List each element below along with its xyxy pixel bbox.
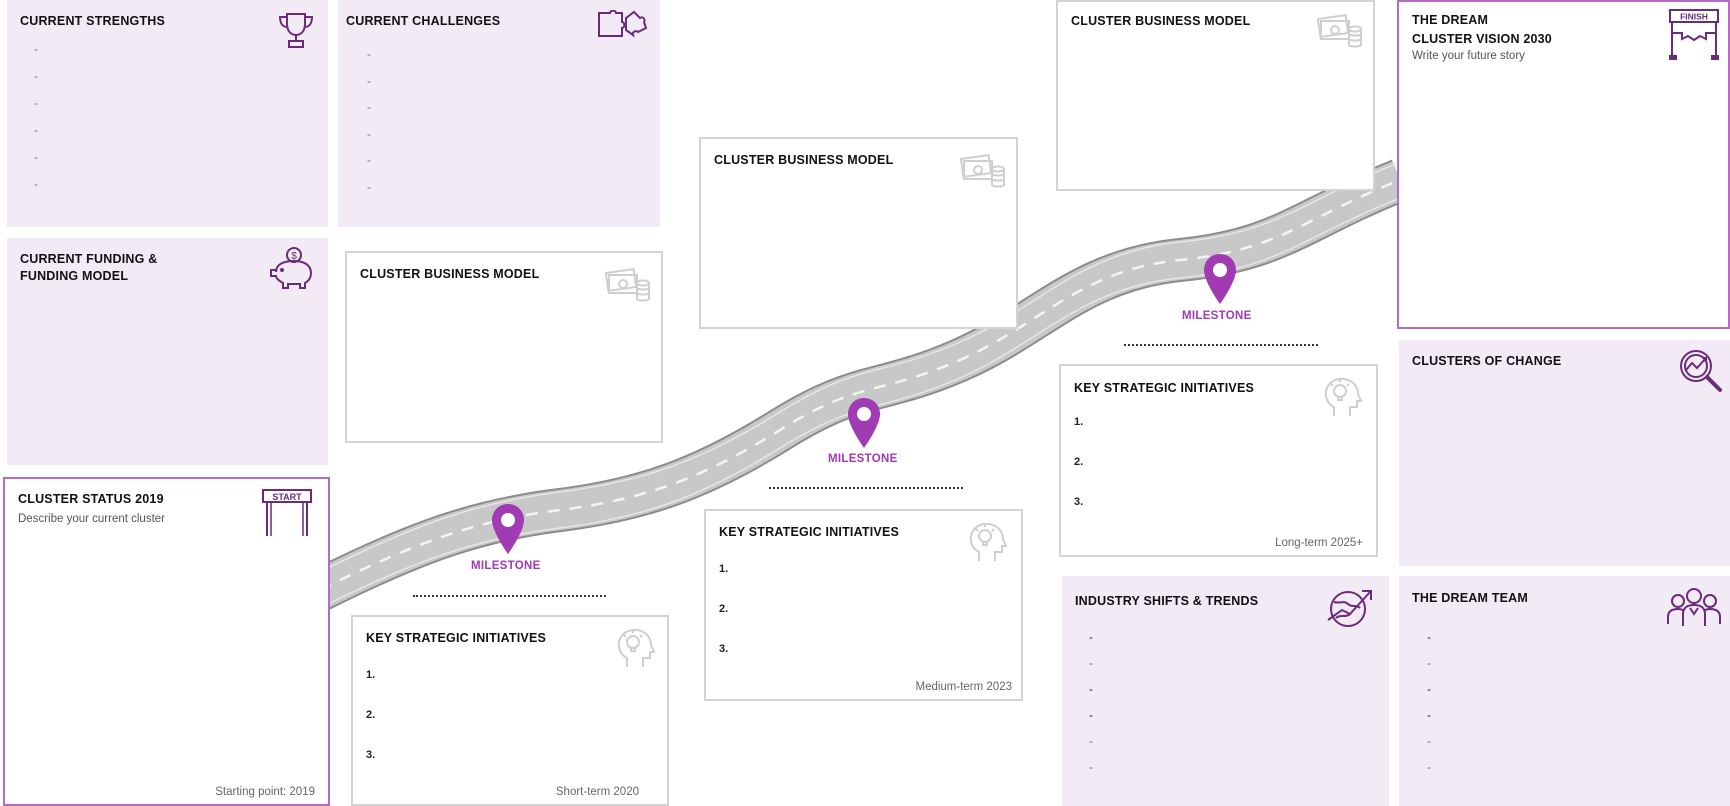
dream-vision-panel: THE DREAM CLUSTER VISION 2030 Write your… [1397, 0, 1730, 329]
list-item[interactable]: - [34, 69, 38, 96]
trophy-icon [278, 13, 314, 48]
panel-title: KEY STRATEGIC INITIATIVES [366, 631, 547, 645]
industry-bullet-list: - - - - - - [1089, 630, 1093, 786]
team-bullet-list: - - - - - - [1427, 630, 1431, 786]
list-item[interactable]: 2. [719, 603, 728, 643]
dream-team-panel: THE DREAM TEAM - - - - - - [1399, 576, 1730, 806]
list-item[interactable]: - [1089, 630, 1093, 656]
milestone-label-3: MILESTONE [1182, 310, 1252, 322]
list-item[interactable]: - [34, 42, 38, 69]
key-initiatives-short-panel: KEY STRATEGIC INITIATIVES 1. 2. 3. Short… [351, 615, 669, 806]
cluster-status-panel: CLUSTER STATUS 2019 Describe your curren… [3, 477, 330, 806]
panel-subtitle: Write your future story [1412, 50, 1525, 62]
start-sign-label: START [272, 492, 302, 502]
list-item[interactable]: - [1089, 682, 1093, 708]
business-model-medium-panel: CLUSTER BUSINESS MODEL [699, 137, 1018, 329]
industry-shifts-panel: INDUSTRY SHIFTS & TRENDS - - - - - - [1062, 576, 1389, 806]
globe-trend-icon [1327, 590, 1372, 627]
list-item[interactable]: - [34, 177, 38, 204]
list-item[interactable]: 3. [366, 749, 375, 789]
list-item[interactable]: - [1427, 656, 1431, 682]
list-item[interactable]: - [1089, 656, 1093, 682]
list-item[interactable]: 3. [1074, 496, 1083, 536]
list-item[interactable]: 2. [366, 709, 375, 749]
panel-footer: Short-term 2020 [555, 786, 639, 798]
panel-footer: Medium-term 2023 [915, 681, 1012, 693]
panel-title: CLUSTER BUSINESS MODEL [360, 267, 540, 281]
panel-title: CLUSTER STATUS 2019 [18, 492, 164, 506]
initiatives-list: 1. 2. 3. [366, 669, 375, 789]
key-initiatives-long-panel: KEY STRATEGIC INITIATIVES 1. 2. 3. Long-… [1059, 364, 1378, 557]
list-item[interactable]: - [1427, 682, 1431, 708]
list-item[interactable]: - [1089, 734, 1093, 760]
panel-title: CURRENT STRENGTHS [20, 14, 166, 28]
key-initiatives-medium-panel: KEY STRATEGIC INITIATIVES 1. 2. 3. Mediu… [704, 509, 1023, 701]
money-icon [1317, 14, 1362, 48]
panel-title: THE DREAM TEAM [1412, 591, 1528, 605]
finish-sign-icon: FINISH [1669, 9, 1719, 60]
business-model-short-panel: CLUSTER BUSINESS MODEL [345, 251, 663, 443]
list-item[interactable]: - [1427, 630, 1431, 656]
panel-title: CLUSTERS OF CHANGE [1412, 354, 1562, 368]
panel-footer: Long-term 2025+ [1275, 537, 1363, 549]
list-item[interactable]: - [367, 153, 371, 180]
list-item[interactable]: - [367, 127, 371, 154]
milestone-divider-3 [1124, 344, 1318, 346]
initiatives-list: 1. 2. 3. [719, 563, 728, 683]
milestone-pin-icon [492, 504, 524, 554]
panel-title: INDUSTRY SHIFTS & TRENDS [1075, 594, 1259, 608]
magnifier-chart-icon [1680, 350, 1722, 392]
list-item[interactable]: - [367, 47, 371, 74]
current-strengths-panel: CURRENT STRENGTHS - - - - - - [7, 0, 328, 227]
milestone-label-1: MILESTONE [471, 560, 541, 572]
milestone-divider-2 [769, 487, 963, 489]
list-item[interactable]: - [367, 100, 371, 127]
milestone-pin-icon [848, 398, 880, 448]
money-icon [960, 154, 1005, 188]
list-item[interactable]: 3. [719, 643, 728, 683]
panel-title: CLUSTER BUSINESS MODEL [1071, 14, 1251, 28]
clusters-of-change-panel: CLUSTERS OF CHANGE [1399, 340, 1730, 566]
challenges-bullet-list: - - - - - - [367, 47, 371, 206]
strengths-bullet-list: - - - - - - [34, 42, 38, 204]
initiatives-list: 1. 2. 3. [1074, 416, 1083, 536]
milestone-divider-1 [413, 595, 606, 597]
current-challenges-panel: CURRENT CHALLENGES - - - - - - [338, 0, 660, 227]
list-item[interactable]: - [367, 180, 371, 207]
milestone-label-2: MILESTONE [828, 453, 898, 465]
list-item[interactable]: - [1427, 708, 1431, 734]
panel-title: CURRENT CHALLENGES [346, 14, 501, 28]
panel-title: KEY STRATEGIC INITIATIVES [1074, 381, 1255, 395]
panel-title: KEY STRATEGIC INITIATIVES [719, 525, 900, 539]
business-model-long-panel: CLUSTER BUSINESS MODEL [1056, 0, 1375, 191]
panel-title: CURRENT FUNDING & FUNDING MODEL [20, 252, 158, 283]
panel-title: THE DREAM CLUSTER VISION 2030 [1412, 13, 1552, 46]
idea-head-icon [1324, 377, 1363, 416]
panel-title: CLUSTER BUSINESS MODEL [714, 153, 894, 167]
list-item[interactable]: - [34, 96, 38, 123]
idea-head-icon [969, 522, 1008, 561]
panel-footer: Starting point: 2019 [215, 786, 315, 798]
list-item[interactable]: - [367, 74, 371, 101]
list-item[interactable]: - [1427, 760, 1431, 786]
list-item[interactable]: 2. [1074, 456, 1083, 496]
list-item[interactable]: - [1427, 734, 1431, 760]
puzzle-icon [598, 10, 648, 38]
list-item[interactable]: 1. [366, 669, 375, 709]
milestone-pin-icon [1204, 254, 1236, 304]
current-funding-panel: CURRENT FUNDING & FUNDING MODEL $ [7, 238, 328, 465]
finish-sign-label: FINISH [1680, 12, 1708, 22]
list-item[interactable]: 1. [719, 563, 728, 603]
start-sign-icon: START [262, 489, 312, 536]
list-item[interactable]: - [1089, 708, 1093, 734]
money-icon [605, 268, 650, 302]
panel-subtitle: Describe your current cluster [18, 513, 165, 525]
list-item[interactable]: - [1089, 760, 1093, 786]
list-item[interactable]: - [34, 123, 38, 150]
team-icon [1667, 588, 1721, 626]
list-item[interactable]: 1. [1074, 416, 1083, 456]
idea-head-icon [617, 628, 656, 667]
piggy-bank-icon: $ [270, 247, 313, 289]
list-item[interactable]: - [34, 150, 38, 177]
